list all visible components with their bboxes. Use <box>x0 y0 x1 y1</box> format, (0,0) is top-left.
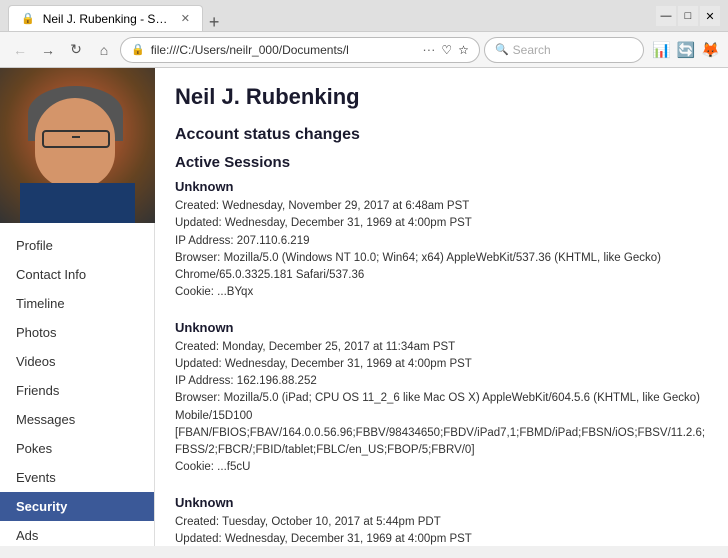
extension-icon[interactable]: 🦊 <box>701 41 720 59</box>
tab-close-button[interactable]: ✕ <box>181 12 190 25</box>
sync-icon[interactable]: 🔄 <box>677 41 696 59</box>
session-2-user: Unknown <box>175 320 708 335</box>
session-3-updated: Updated: Wednesday, December 31, 1969 at… <box>175 533 472 545</box>
sidebar-item-videos[interactable]: Videos <box>0 347 154 376</box>
main-content: Neil J. Rubenking Account status changes… <box>155 68 728 546</box>
star-icon: ☆ <box>458 43 469 57</box>
sidebar-item-timeline[interactable]: Timeline <box>0 289 154 318</box>
session-2-ip: IP Address: 162.196.88.252 <box>175 375 317 387</box>
sidebar-item-contact-info[interactable]: Contact Info <box>0 260 154 289</box>
toolbar-icons: 📊 🔄 🦊 <box>652 41 720 59</box>
session-block-1: Unknown Created: Wednesday, November 29,… <box>175 179 708 302</box>
sidebar-item-photos[interactable]: Photos <box>0 318 154 347</box>
active-sessions-title: Active Sessions <box>175 154 708 171</box>
session-1-ip: IP Address: 207.110.6.219 <box>175 235 310 247</box>
sidebar-item-security[interactable]: Security <box>0 492 154 521</box>
profile-picture <box>0 68 155 223</box>
session-2-browser: Browser: Mozilla/5.0 (iPad; CPU OS 11_2_… <box>175 392 705 456</box>
search-bar[interactable]: 🔍 Search <box>484 37 644 63</box>
reading-list-icon[interactable]: 📊 <box>652 41 671 59</box>
search-icon: 🔍 <box>495 43 509 56</box>
session-3-info: Created: Tuesday, October 10, 2017 at 5:… <box>175 514 708 547</box>
sidebar-item-messages[interactable]: Messages <box>0 405 154 434</box>
session-2-updated: Updated: Wednesday, December 31, 1969 at… <box>175 358 472 370</box>
sidebar-item-profile[interactable]: Profile <box>0 231 154 260</box>
url-text: file:///C:/Users/neilr_000/Documents/l <box>151 43 417 57</box>
new-tab-button[interactable]: + <box>209 13 220 31</box>
address-bar[interactable]: 🔒 file:///C:/Users/neilr_000/Documents/l… <box>120 37 480 63</box>
session-1-user: Unknown <box>175 179 708 194</box>
session-3-created: Created: Tuesday, October 10, 2017 at 5:… <box>175 516 441 528</box>
sidebar-item-events[interactable]: Events <box>0 463 154 492</box>
session-2-cookie: Cookie: ...f5cU <box>175 461 250 473</box>
profile-name: Neil J. Rubenking <box>175 84 708 110</box>
home-button[interactable]: ⌂ <box>92 38 116 62</box>
refresh-button[interactable]: ↻ <box>64 38 88 62</box>
maximize-button[interactable]: □ <box>678 6 698 26</box>
session-1-cookie: Cookie: ...BYqx <box>175 286 253 298</box>
bookmark-icon: ♡ <box>441 43 452 57</box>
session-1-browser: Browser: Mozilla/5.0 (Windows NT 10.0; W… <box>175 252 661 281</box>
forward-button[interactable]: → <box>36 38 60 62</box>
search-placeholder: Search <box>513 43 551 57</box>
sidebar-item-friends[interactable]: Friends <box>0 376 154 405</box>
session-2-info: Created: Monday, December 25, 2017 at 11… <box>175 339 708 477</box>
session-1-created: Created: Wednesday, November 29, 2017 at… <box>175 200 469 212</box>
session-block-3: Unknown Created: Tuesday, October 10, 20… <box>175 495 708 547</box>
tab-title: Neil J. Rubenking - Security <box>43 12 173 26</box>
session-block-2: Unknown Created: Monday, December 25, 20… <box>175 320 708 477</box>
close-button[interactable]: ✕ <box>700 6 720 26</box>
back-button[interactable]: ← <box>8 38 32 62</box>
address-bar-icons: ··· <box>422 42 435 57</box>
session-1-info: Created: Wednesday, November 29, 2017 at… <box>175 198 708 302</box>
active-tab[interactable]: 🔒 Neil J. Rubenking - Security ✕ <box>8 5 203 31</box>
session-3-user: Unknown <box>175 495 708 510</box>
tab-favicon: 🔒 <box>21 12 35 25</box>
account-status-title: Account status changes <box>175 126 708 144</box>
sidebar-item-pokes[interactable]: Pokes <box>0 434 154 463</box>
sidebar: Profile Contact Info Timeline Photos Vid… <box>0 68 155 546</box>
sidebar-nav: Profile Contact Info Timeline Photos Vid… <box>0 223 154 558</box>
minimize-button[interactable]: — <box>656 6 676 26</box>
session-1-updated: Updated: Wednesday, December 31, 1969 at… <box>175 217 472 229</box>
lock-icon: 🔒 <box>131 43 145 56</box>
session-2-created: Created: Monday, December 25, 2017 at 11… <box>175 341 455 353</box>
